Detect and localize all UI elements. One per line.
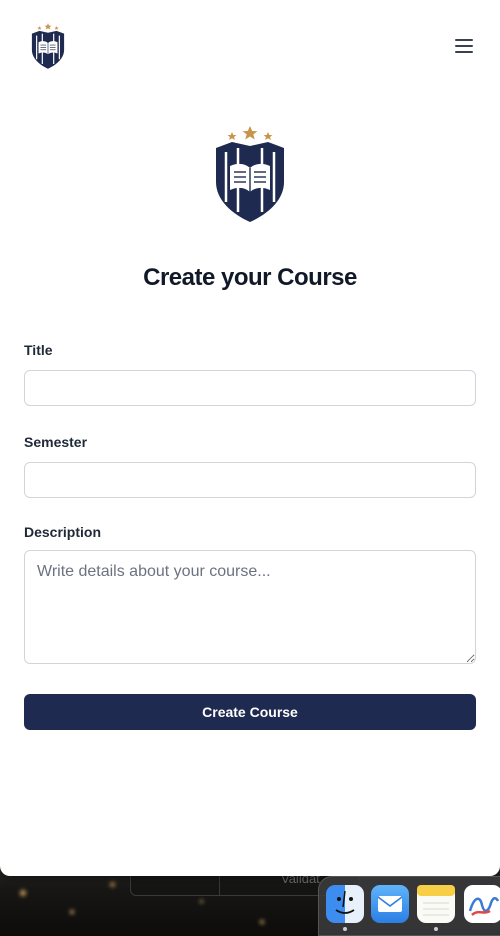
semester-input[interactable]: [24, 462, 476, 498]
top-bar: [0, 0, 500, 92]
notes-icon[interactable]: [417, 885, 455, 923]
create-course-button[interactable]: Create Course: [24, 694, 476, 730]
mail-icon[interactable]: [371, 885, 409, 923]
dock: [318, 876, 500, 936]
finder-icon[interactable]: [326, 885, 364, 923]
crest-logo-large-icon: [216, 126, 284, 222]
crest-logo-icon[interactable]: [30, 22, 66, 70]
semester-label: Semester: [24, 434, 88, 450]
title-label: Title: [24, 342, 53, 358]
app-window: Create your Course Title Semester Descri…: [0, 0, 500, 876]
freeform-icon[interactable]: [464, 885, 500, 923]
description-label: Description: [24, 524, 102, 540]
description-textarea[interactable]: [24, 550, 476, 664]
hamburger-menu-icon[interactable]: [448, 32, 480, 60]
page-title: Create your Course: [143, 264, 357, 291]
title-input[interactable]: [24, 370, 476, 406]
